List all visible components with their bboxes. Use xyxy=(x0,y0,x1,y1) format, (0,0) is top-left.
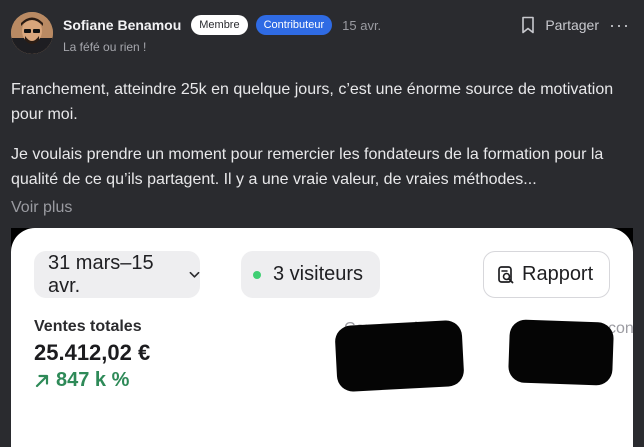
visitors-label: 3 visiteurs xyxy=(273,263,364,285)
sales-change-value: 847 k % xyxy=(56,369,130,391)
trend-up-arrow-icon xyxy=(35,374,49,387)
share-button[interactable]: Partager xyxy=(521,16,599,34)
post-card: Sofiane Benamou Membre Contributeur 15 a… xyxy=(0,0,644,447)
post-image[interactable]: 31 mars–15 avr. 3 visiteurs Rapport Vent xyxy=(11,228,633,447)
author-row: Sofiane Benamou Membre Contributeur 15 a… xyxy=(63,14,381,36)
redaction-mark xyxy=(334,319,465,393)
report-chip: Rapport xyxy=(483,251,610,298)
total-sales-value: 25.412,02 € xyxy=(34,340,151,365)
dashboard-screenshot: 31 mars–15 avr. 3 visiteurs Rapport Vent xyxy=(11,228,633,447)
bookmark-icon xyxy=(522,16,535,34)
date-range-label: 31 mars–15 avr. xyxy=(48,251,154,297)
share-label: Partager xyxy=(545,17,600,33)
date-range-chip: 31 mars–15 avr. xyxy=(34,251,200,298)
chevron-down-icon xyxy=(189,271,200,278)
report-label: Rapport xyxy=(522,263,594,285)
see-more-link[interactable]: Voir plus xyxy=(11,199,72,217)
post-actions: Partager ··· xyxy=(521,14,630,36)
visitors-chip: 3 visiteurs xyxy=(241,251,380,298)
total-sales-label: Ventes totales xyxy=(34,318,142,335)
report-search-icon xyxy=(498,265,514,283)
contributor-badge: Contributeur xyxy=(255,15,333,35)
avatar-image xyxy=(11,12,53,54)
sales-change: 847 k % xyxy=(34,369,129,392)
status-dot-icon xyxy=(253,270,261,279)
redaction-mark xyxy=(507,319,615,386)
avatar[interactable] xyxy=(11,12,53,54)
author-subtitle: La féfé ou rien ! xyxy=(63,40,147,54)
post-date: 15 avr. xyxy=(342,17,382,33)
post-paragraph: Je voulais prendre un moment pour remerc… xyxy=(11,146,604,188)
more-options-icon[interactable]: ··· xyxy=(609,16,630,34)
post-paragraph: Franchement, atteindre 25k en quelque jo… xyxy=(11,81,614,123)
author-name[interactable]: Sofiane Benamou xyxy=(63,17,181,33)
member-badge: Membre xyxy=(191,15,248,35)
